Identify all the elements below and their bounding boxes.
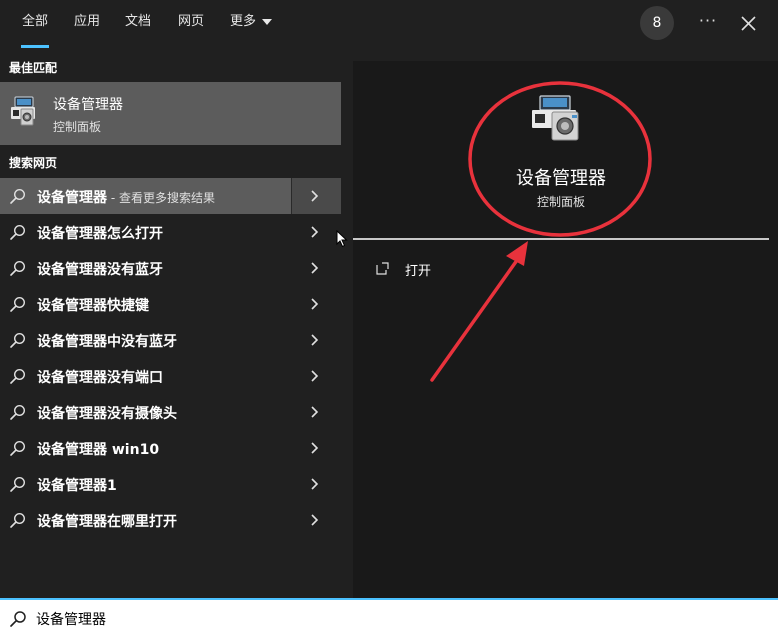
web-search-result[interactable]: 设备管理器1 — [0, 466, 341, 502]
chevron-right-icon[interactable] — [309, 441, 321, 455]
chevron-right-icon[interactable] — [309, 513, 321, 527]
web-search-result[interactable]: 设备管理器 - 查看更多搜索结果 — [0, 178, 341, 214]
web-search-result-label: 设备管理器1 — [37, 475, 117, 495]
detail-subtitle: 控制面板 — [536, 195, 585, 209]
close-button[interactable] — [736, 8, 762, 38]
open-action-label: 打开 — [405, 264, 432, 279]
device-manager-icon — [528, 94, 590, 144]
chevron-right-icon[interactable] — [309, 405, 321, 419]
search-icon — [10, 440, 26, 456]
search-icon — [10, 188, 26, 204]
search-input[interactable] — [36, 606, 756, 632]
chevron-right-icon[interactable] — [309, 261, 321, 275]
search-icon — [10, 332, 26, 348]
web-search-result[interactable]: 设备管理器没有摄像头 — [0, 394, 341, 430]
more-options-button[interactable]: ··· — [694, 6, 722, 40]
web-search-result-label: 设备管理器中没有蓝牙 — [37, 331, 177, 351]
web-search-result[interactable]: 设备管理器中没有蓝牙 — [0, 322, 341, 358]
search-icon — [10, 296, 26, 312]
best-match-item[interactable]: 设备管理器 控制面板 — [0, 82, 341, 145]
web-search-result[interactable]: 设备管理器快捷键 — [0, 286, 341, 322]
results-pane: 最佳匹配 设备管理器 控制面板 搜索网页 设备管理器 - 查看更多搜索结果 设备管… — [0, 48, 341, 598]
open-external-icon — [376, 262, 389, 275]
web-search-result-text: 设备管理器快捷键 — [37, 298, 149, 314]
detail-title: 设备管理器 — [516, 168, 606, 189]
web-search-result-label: 设备管理器没有摄像头 — [37, 403, 177, 423]
web-search-result[interactable]: 设备管理器怎么打开 — [0, 214, 341, 250]
chevron-right-icon[interactable] — [309, 225, 321, 239]
best-match-title: 设备管理器 — [53, 97, 123, 113]
web-search-result-text: 设备管理器在哪里打开 — [37, 514, 177, 530]
detail-divider — [353, 238, 769, 240]
rewards-badge[interactable]: 8 — [640, 6, 674, 40]
detail-pane: 设备管理器 控制面板 打开 — [353, 61, 778, 598]
tab-all-label: 全部 — [22, 14, 49, 29]
web-search-result[interactable]: 设备管理器没有蓝牙 — [0, 250, 341, 286]
chevron-right-icon[interactable] — [309, 297, 321, 311]
chevron-right-icon[interactable] — [309, 189, 321, 203]
chevron-right-icon[interactable] — [309, 369, 321, 383]
tab-apps[interactable]: 应用 — [63, 0, 111, 48]
web-search-label: 搜索网页 — [9, 156, 58, 170]
tab-apps-label: 应用 — [74, 14, 101, 29]
web-search-result-label: 设备管理器没有端口 — [37, 367, 163, 387]
tab-web-label: 网页 — [178, 14, 205, 29]
web-search-result[interactable]: 设备管理器 win10 — [0, 430, 341, 466]
web-search-result[interactable]: 设备管理器在哪里打开 — [0, 502, 341, 538]
chevron-right-icon[interactable] — [309, 333, 321, 347]
web-search-result-text: 设备管理器怎么打开 — [37, 226, 163, 242]
search-icon — [10, 368, 26, 384]
web-search-result-text: 设备管理器没有蓝牙 — [37, 262, 163, 278]
web-search-result-text: 设备管理器 — [37, 190, 107, 206]
tab-more-label: 更多 — [230, 14, 257, 29]
web-search-result-text: 设备管理器没有摄像头 — [37, 406, 177, 422]
chevron-right-icon[interactable] — [309, 477, 321, 491]
web-search-result[interactable]: 设备管理器没有端口 — [0, 358, 341, 394]
tab-documents-label: 文档 — [125, 14, 152, 29]
web-search-result-text: 设备管理器1 — [37, 478, 117, 494]
web-search-result-label: 设备管理器快捷键 — [37, 295, 149, 315]
web-search-result-text: 设备管理器中没有蓝牙 — [37, 334, 177, 350]
best-match-subtitle: 控制面板 — [53, 120, 102, 134]
web-search-result-suffix: - 查看更多搜索结果 — [107, 191, 215, 205]
result-divider — [291, 178, 292, 214]
web-search-result-text: 设备管理器 win10 — [37, 442, 160, 458]
tab-documents[interactable]: 文档 — [114, 0, 162, 48]
top-tab-bar: 全部 应用 文档 网页 更多 8 ··· — [0, 0, 778, 48]
chevron-down-icon — [262, 18, 273, 25]
search-icon — [10, 260, 26, 276]
device-manager-icon — [9, 95, 43, 129]
web-search-result-text: 设备管理器没有端口 — [37, 370, 163, 386]
close-icon — [741, 16, 756, 31]
search-icon — [10, 476, 26, 492]
search-icon — [10, 404, 26, 420]
web-search-result-label: 设备管理器怎么打开 — [37, 223, 163, 243]
tab-web[interactable]: 网页 — [167, 0, 215, 48]
web-search-result-label: 设备管理器 - 查看更多搜索结果 — [37, 187, 215, 207]
web-search-result-label: 设备管理器没有蓝牙 — [37, 259, 163, 279]
search-icon — [10, 512, 26, 528]
search-icon — [10, 611, 26, 627]
web-search-result-label: 设备管理器在哪里打开 — [37, 511, 177, 531]
search-icon — [10, 224, 26, 240]
best-match-label: 最佳匹配 — [9, 61, 58, 75]
tab-all[interactable]: 全部 — [11, 0, 59, 48]
tab-more[interactable]: 更多 — [219, 0, 283, 48]
web-search-result-label: 设备管理器 win10 — [37, 439, 159, 459]
mouse-cursor-icon — [336, 230, 348, 248]
search-bar[interactable] — [0, 598, 778, 638]
